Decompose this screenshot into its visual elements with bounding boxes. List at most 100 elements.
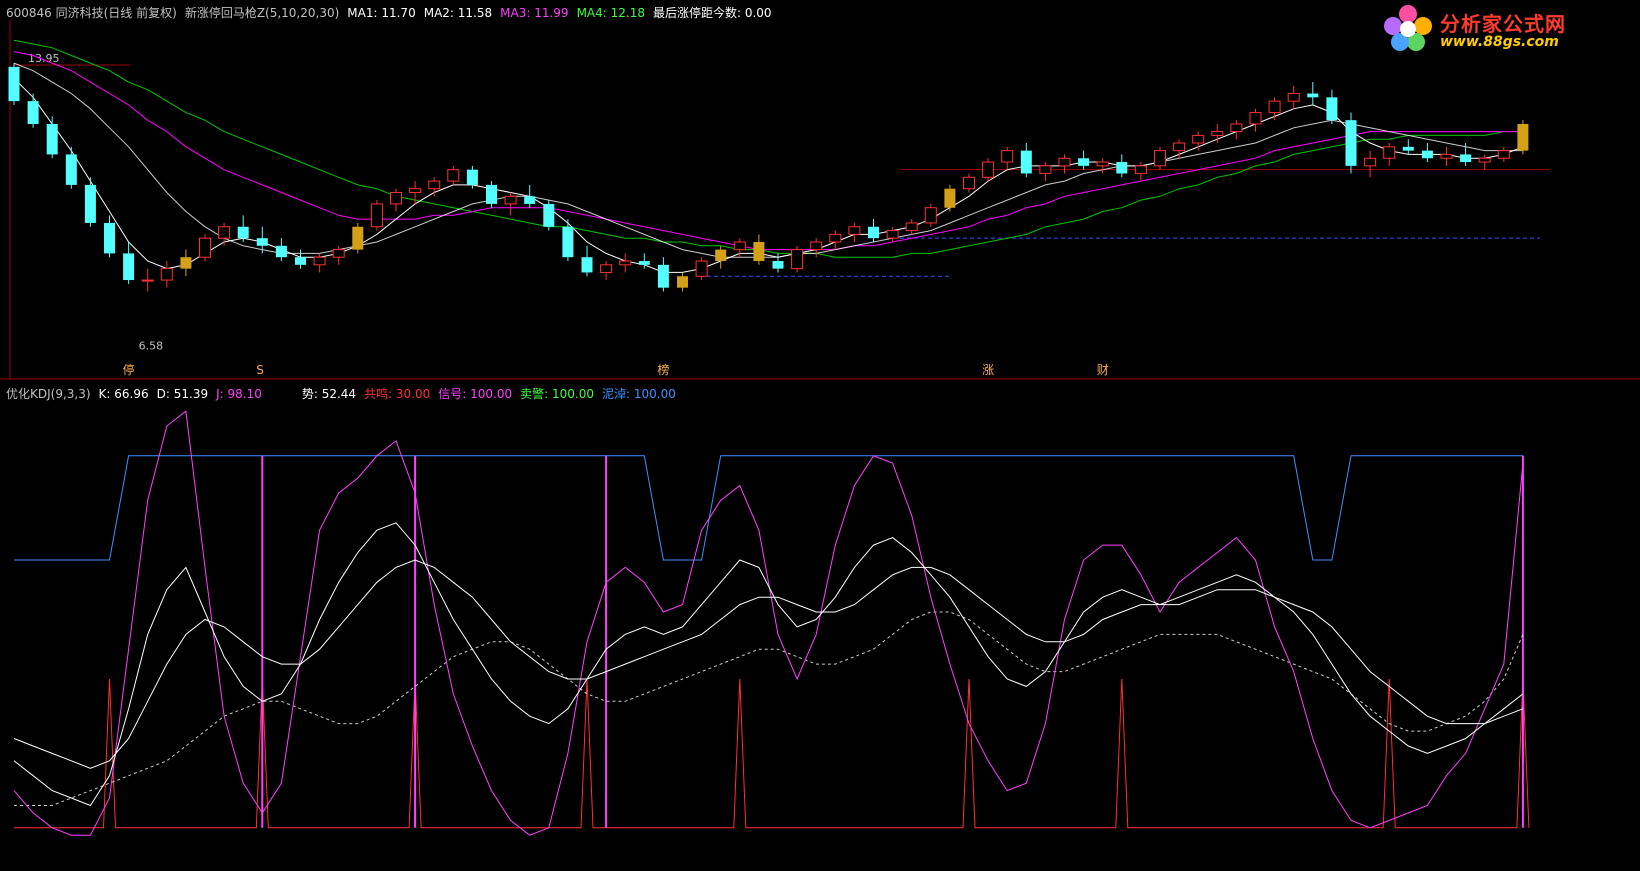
kdj-header: 优化KDJ(9,3,3) K: 66.96 D: 51.39 J: 98.10 势: 5… — [6, 385, 684, 402]
candle-body — [753, 241, 765, 262]
candle-body — [160, 268, 173, 281]
candle-body — [1517, 123, 1529, 151]
candle-body — [1211, 131, 1224, 136]
candle-body — [123, 253, 135, 281]
candle-body — [332, 249, 345, 258]
candle-body — [829, 233, 842, 243]
xinhao-label: 信号: 100.00 — [438, 387, 513, 401]
candle-body — [504, 195, 517, 205]
candle-body — [390, 192, 402, 205]
candle-body — [1096, 161, 1109, 167]
candle-body — [1134, 165, 1147, 174]
candle-body — [486, 184, 497, 204]
candle-body — [905, 222, 918, 232]
candle-body — [313, 256, 326, 266]
candle-body — [1058, 157, 1071, 167]
ma3-label: MA3: 11.99 — [500, 6, 569, 20]
candle-body — [1345, 120, 1357, 166]
candle-body — [963, 176, 975, 190]
candle-body — [1116, 162, 1128, 174]
candle-body — [543, 203, 555, 227]
candle-body — [1154, 150, 1166, 167]
candle-body — [466, 169, 478, 185]
candle-body — [619, 260, 632, 266]
candle-body — [1173, 142, 1186, 152]
candle-body — [1020, 150, 1032, 174]
candle-body — [1326, 97, 1338, 121]
logo-title: 分析家公式网 — [1440, 12, 1566, 36]
candle-body — [1249, 112, 1262, 125]
candle-body — [84, 184, 96, 223]
candle-body — [1460, 154, 1472, 163]
candle-body — [1268, 100, 1281, 114]
candle-body — [772, 261, 784, 269]
ma2-label: MA2: 11.58 — [423, 6, 493, 20]
candle-body — [886, 230, 899, 239]
maijing-label: 卖警: 100.00 — [520, 387, 594, 401]
candle-body — [581, 257, 593, 273]
nizhuo-label: 泥淖: 100.00 — [602, 387, 676, 401]
candle-body — [524, 196, 536, 204]
candle-body — [352, 226, 364, 250]
candle-body — [1364, 157, 1377, 167]
candle-body — [1039, 165, 1052, 174]
low-price-label: 6.58 — [139, 340, 164, 353]
bottom-marker: 榜 — [657, 362, 669, 377]
indicator-title: 新涨停回马枪Z(5,10,20,30) — [184, 6, 340, 20]
candle-body — [562, 226, 574, 258]
flower-icon — [1384, 5, 1432, 51]
candle-body — [65, 154, 77, 185]
candle-body — [218, 226, 231, 239]
candle-body — [848, 226, 861, 235]
candle-body — [715, 249, 727, 262]
candle-body — [1440, 153, 1453, 159]
candle-body — [677, 276, 688, 288]
logo-url: www.88gs.com — [1440, 34, 1559, 50]
ma4-label: MA4: 12.18 — [576, 6, 645, 20]
candle-body — [1078, 158, 1090, 166]
main-header: 600846 同济科技(日线 前复权) 新涨停回马枪Z(5,10,20,30) MA… — [6, 4, 780, 21]
k-label: K: 66.96 — [98, 387, 149, 401]
candle-body — [141, 279, 154, 282]
high-price-label: 13.95 — [28, 52, 60, 65]
candle-body — [104, 222, 115, 254]
candle-body — [924, 207, 937, 224]
candle-body — [638, 261, 650, 265]
bottom-marker: 财 — [1097, 363, 1109, 377]
candle-body — [409, 188, 422, 193]
candle-body — [8, 66, 20, 102]
site-logo: 分析家公式网 www.88gs.com — [1380, 4, 1630, 52]
candle-body — [46, 123, 58, 155]
gongming-label: 共鸣: 30.00 — [364, 387, 431, 401]
candle-body — [1001, 150, 1014, 163]
candle-body — [370, 203, 383, 228]
candle-body — [447, 169, 460, 182]
candle-body — [428, 180, 441, 190]
chart-canvas: 13.95 6.58 停 S 榜 涨 财 — [0, 0, 1640, 871]
candle-body — [944, 188, 956, 208]
shi-label: 势: 52.44 — [301, 387, 357, 401]
candle-body — [1402, 146, 1414, 151]
bottom-marker: S — [256, 363, 264, 377]
candle-body — [1307, 93, 1319, 98]
candle-body — [1478, 157, 1491, 163]
candle-body — [256, 238, 268, 246]
last-limit-label: 最后涨停距今数: 0.00 — [652, 6, 772, 20]
candle-body — [180, 257, 192, 269]
candle-body — [810, 241, 823, 251]
stock-title: 600846 同济科技(日线 前复权) — [6, 6, 177, 20]
candle-body — [600, 264, 613, 273]
candle-body — [1192, 134, 1205, 144]
kdj-name: 优化KDJ(9,3,3) — [6, 387, 91, 401]
candle-body — [1287, 93, 1300, 102]
candle-body — [1421, 150, 1433, 159]
candle-body — [237, 226, 249, 239]
candle-body — [199, 237, 211, 258]
candle-body — [1497, 150, 1510, 159]
ma1-label: MA1: 11.70 — [347, 6, 416, 20]
candle-body — [982, 161, 995, 178]
candle-body — [275, 245, 287, 258]
candle-body — [733, 241, 746, 251]
candle-body — [868, 226, 879, 239]
candle-body — [1383, 146, 1396, 159]
